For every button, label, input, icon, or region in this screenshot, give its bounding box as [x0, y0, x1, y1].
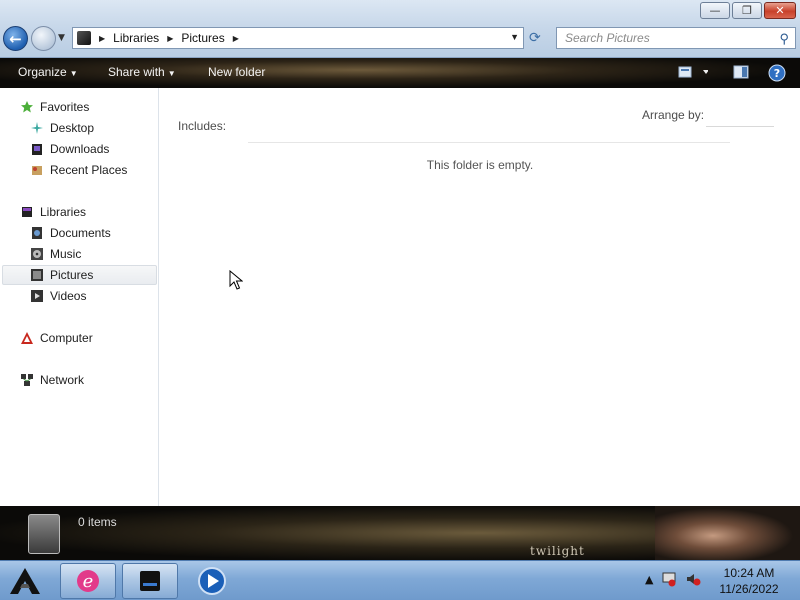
- nav-desktop-label: Desktop: [50, 121, 95, 135]
- downloads-icon: [32, 144, 42, 155]
- mouse-pointer-icon: [229, 270, 243, 290]
- help-button[interactable]: ?: [768, 64, 786, 82]
- media-player-icon: [198, 567, 226, 595]
- show-hidden-icons-icon[interactable]: ▲: [645, 573, 653, 586]
- libraries-folder-icon: [77, 31, 91, 45]
- recent-pages-dropdown-icon[interactable]: ▼: [58, 33, 65, 43]
- theme-wallpaper-image: [655, 506, 800, 560]
- forward-button[interactable]: [31, 26, 56, 51]
- recent-places-icon: [32, 166, 42, 175]
- nav-favorites[interactable]: Favorites: [20, 97, 89, 117]
- nav-documents-label: Documents: [50, 226, 111, 240]
- documents-icon: [32, 227, 42, 239]
- arrange-by-dropdown[interactable]: [706, 126, 774, 127]
- nav-videos[interactable]: Videos: [30, 286, 86, 306]
- taskbar: e ▲ 10:24 AM 11/26/2022: [0, 560, 800, 600]
- nav-pictures-label: Pictures: [50, 268, 94, 282]
- share-with-label: Share with: [108, 65, 165, 79]
- chevron-down-icon: ▼: [167, 69, 176, 78]
- search-input[interactable]: Search Pictures ⚲: [556, 27, 796, 49]
- minimize-button[interactable]: —: [700, 2, 730, 19]
- window-controls: — ❐ ✕: [700, 2, 796, 19]
- nav-favorites-label: Favorites: [40, 100, 90, 114]
- search-icon[interactable]: ⚲: [779, 31, 789, 47]
- nav-downloads[interactable]: Downloads: [30, 139, 109, 159]
- desktop-icon: [31, 122, 43, 134]
- back-button[interactable]: ←: [3, 26, 28, 51]
- windows-explorer-icon: [140, 571, 160, 591]
- view-icon: [678, 66, 709, 78]
- details-pane: 0 items twilight: [0, 506, 800, 560]
- organize-label: Organize: [18, 65, 67, 79]
- chevron-right-icon[interactable]: ▶: [167, 34, 173, 43]
- nav-computer[interactable]: Computer: [20, 328, 93, 348]
- preview-pane-icon: [733, 65, 749, 79]
- pictures-library-thumbnail: [28, 514, 60, 554]
- title-bar: — ❐ ✕ ← ▼ ▶ Libraries ▶ Pictures ▶ ▼ ⟳ S…: [0, 0, 800, 58]
- nav-computer-label: Computer: [40, 331, 93, 345]
- nav-documents[interactable]: Documents: [30, 223, 111, 243]
- internet-explorer-icon: e: [77, 570, 99, 592]
- address-bar[interactable]: ▶ Libraries ▶ Pictures ▶ ▼: [72, 27, 524, 49]
- nav-downloads-label: Downloads: [50, 142, 110, 156]
- videos-icon: [31, 290, 43, 302]
- network-status-icon[interactable]: [661, 571, 677, 587]
- nav-desktop[interactable]: Desktop: [30, 118, 94, 138]
- new-folder-button[interactable]: New folder: [208, 65, 265, 79]
- clock-date: 11/26/2022: [719, 582, 779, 596]
- breadcrumb-pictures[interactable]: Pictures: [181, 31, 224, 45]
- change-view-button[interactable]: [678, 64, 709, 80]
- close-button[interactable]: ✕: [764, 2, 796, 19]
- theme-brand-text: twilight: [530, 544, 585, 558]
- arrange-by-label: Arrange by:: [642, 108, 705, 122]
- item-count: 0 items: [78, 515, 117, 529]
- nav-network[interactable]: Network: [20, 370, 84, 390]
- file-list-area[interactable]: Includes: Arrange by: This folder is emp…: [160, 88, 800, 506]
- nav-libraries-label: Libraries: [40, 205, 87, 219]
- address-history-dropdown-icon[interactable]: ▼: [510, 32, 519, 42]
- svg-text:?: ?: [774, 67, 780, 80]
- nav-music[interactable]: Music: [30, 244, 81, 264]
- nav-libraries[interactable]: Libraries: [20, 202, 86, 222]
- clock-time: 10:24 AM: [723, 566, 775, 580]
- network-icon: [21, 374, 33, 386]
- header-divider: [248, 142, 730, 143]
- libraries-icon: [22, 207, 32, 217]
- svg-text:e: e: [83, 571, 94, 592]
- nav-network-label: Network: [40, 373, 85, 387]
- taskbar-internet-explorer[interactable]: e: [60, 563, 116, 599]
- empty-folder-message: This folder is empty.: [426, 158, 534, 172]
- taskbar-clock[interactable]: 10:24 AM 11/26/2022: [712, 565, 786, 597]
- preview-pane-button[interactable]: [733, 64, 751, 80]
- maximize-button[interactable]: ❐: [732, 2, 762, 19]
- breadcrumb-libraries[interactable]: Libraries: [113, 31, 159, 45]
- share-with-button[interactable]: Share with ▼: [108, 65, 176, 79]
- nav-recent-places[interactable]: Recent Places: [30, 160, 127, 180]
- command-toolbar: Organize ▼ Share with ▼ New folder ?: [0, 58, 800, 88]
- nav-music-label: Music: [50, 247, 82, 261]
- nav-recent-places-label: Recent Places: [50, 163, 128, 177]
- start-button[interactable]: [4, 563, 46, 599]
- favorites-star-icon: [21, 101, 33, 113]
- refresh-icon[interactable]: ⟳: [529, 30, 541, 46]
- music-icon: [31, 248, 43, 260]
- nav-pictures[interactable]: Pictures: [2, 265, 157, 285]
- system-tray: ▲: [645, 571, 701, 587]
- computer-icon: [21, 332, 33, 344]
- pictures-icon: [31, 269, 43, 281]
- back-arrow-icon: ←: [9, 29, 22, 48]
- taskbar-media-player[interactable]: [184, 563, 240, 599]
- navigation-pane: Favorites Desktop Downloads Recent Place…: [0, 88, 159, 506]
- chevron-right-icon[interactable]: ▶: [99, 34, 105, 43]
- volume-muted-icon[interactable]: [685, 571, 701, 587]
- organize-button[interactable]: Organize ▼: [18, 65, 78, 79]
- chevron-right-icon[interactable]: ▶: [233, 34, 239, 43]
- includes-label: Includes:: [178, 119, 227, 133]
- chevron-down-icon: ▼: [69, 69, 78, 78]
- search-placeholder: Search Pictures: [565, 31, 650, 45]
- start-logo-icon: [10, 568, 40, 594]
- taskbar-windows-explorer[interactable]: [122, 563, 178, 599]
- nav-videos-label: Videos: [50, 289, 87, 303]
- help-icon: ?: [768, 64, 786, 82]
